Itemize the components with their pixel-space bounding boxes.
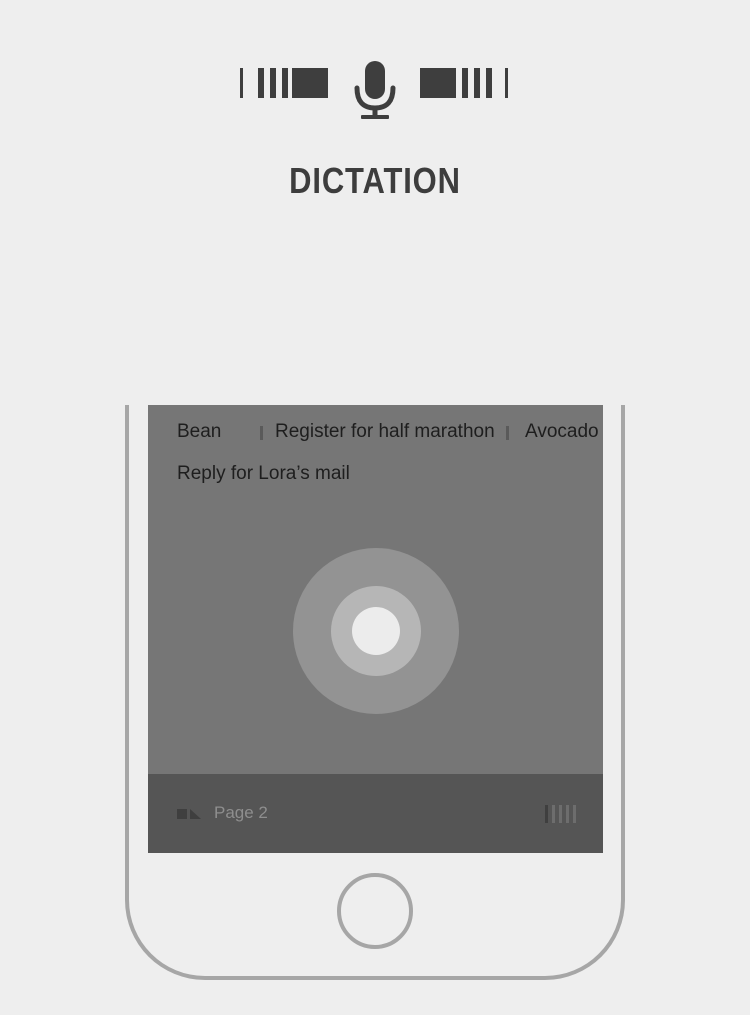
page-label[interactable]: Page 2: [214, 803, 268, 823]
waveform-bar: [420, 68, 456, 98]
screen-footer: Page 2: [148, 774, 603, 853]
tag-bean[interactable]: Bean: [177, 421, 221, 443]
waveform-bar: [486, 68, 492, 98]
tag-separator: [506, 426, 509, 440]
record-circle-icon: [331, 586, 421, 676]
waveform-bar: [462, 68, 468, 98]
home-button-icon[interactable]: [337, 873, 413, 949]
tag-avocado[interactable]: Avocado: [525, 421, 599, 443]
waveform-bar: [258, 68, 264, 98]
waveform-bar: [240, 68, 243, 98]
tag-separator: [260, 426, 263, 440]
page-title: DICTATION: [289, 160, 461, 201]
tag-list: Bean Register for half marathon Avocado: [177, 421, 599, 447]
waveform-bar: [270, 68, 276, 98]
waveform-bar: [474, 68, 480, 98]
record-button[interactable]: [293, 548, 459, 714]
dictated-text: Reply for Lora’s mail: [177, 463, 350, 484]
page-icon: [177, 809, 201, 819]
tag-register-half-marathon[interactable]: Register for half marathon: [275, 421, 495, 443]
phone-screen: Bean Register for half marathon Avocado …: [148, 405, 603, 853]
waveform-bar: [282, 68, 288, 98]
waveform-bar: [505, 68, 508, 98]
waveform-bar: [292, 68, 328, 98]
record-center: [352, 607, 400, 655]
microphone-icon: [354, 61, 396, 119]
dictation-header-icons: [0, 60, 750, 122]
bars-icon[interactable]: [545, 805, 581, 823]
